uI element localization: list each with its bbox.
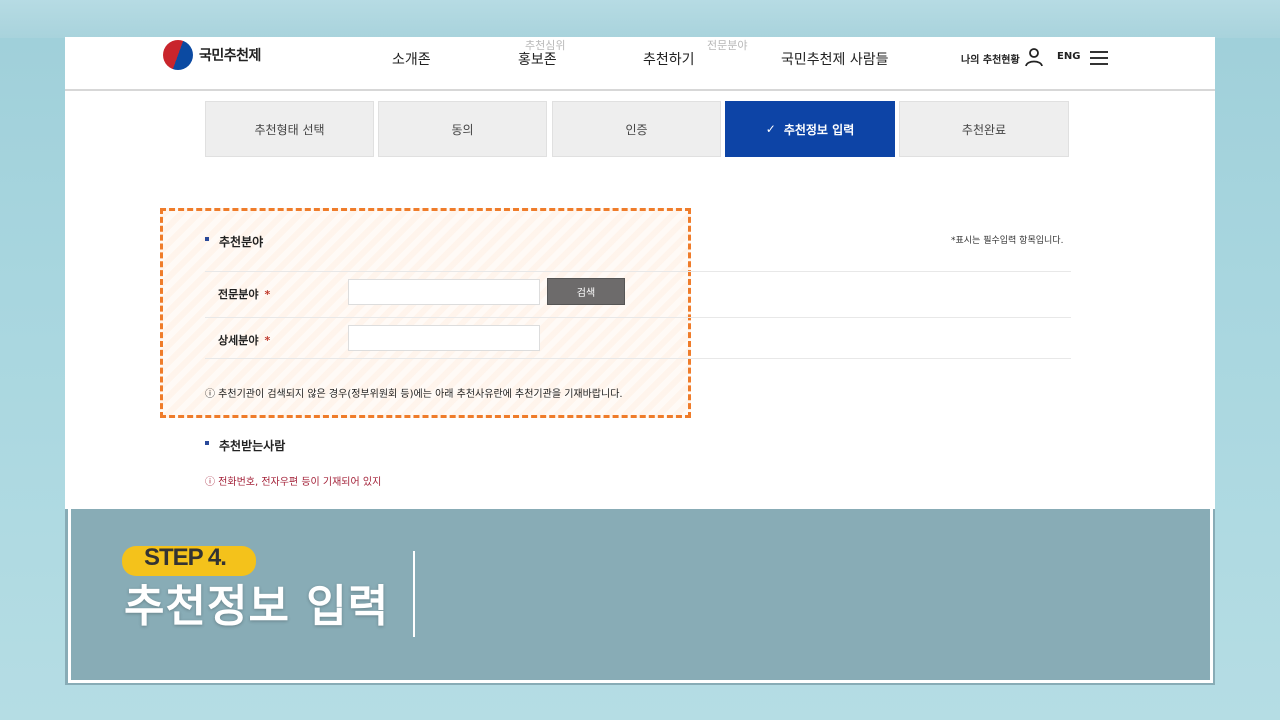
language-toggle[interactable]: ENG (1057, 51, 1080, 62)
field-label-text: 상세분야 (218, 334, 259, 347)
step-label: 동의 (451, 122, 474, 137)
nav-recommend[interactable]: 추천하기 (643, 49, 695, 69)
step-label: 추천형태 선택 (254, 122, 325, 137)
ghost-label-2: 전문분야 (707, 39, 748, 52)
row-divider (205, 317, 1071, 318)
nav-people[interactable]: 국민추천제 사람들 (781, 49, 889, 69)
required-star: * (264, 288, 271, 301)
step-select-type: 추천형태 선택 (205, 101, 374, 157)
required-field-note: *표시는 필수입력 항목입니다. (951, 236, 1064, 246)
site-logo-text[interactable]: 국민추천제 (199, 45, 261, 65)
site-header: 국민추천제 추천심위 전문분야 소개존 홍보존 추천하기 국민추천제 사람들 나… (65, 37, 1215, 91)
section-bullet-icon (205, 441, 209, 445)
check-icon: ✓ (765, 122, 776, 136)
section-title-recipient: 추천받는사람 (219, 439, 286, 453)
section-bullet-icon (205, 237, 209, 241)
step-caption-title: 추천정보 입력 (124, 581, 390, 632)
step-enter-info-active: ✓ 추천정보 입력 (725, 101, 895, 157)
field-label-specialty: 전문분야 * (218, 286, 270, 302)
field-label-text: 전문분야 (218, 288, 259, 301)
recipient-notice-text: ⓘ 전화번호, 전자우편 등이 기재되어 있지 (205, 477, 382, 488)
korea-emblem-logo-icon[interactable] (163, 40, 193, 70)
search-notice-text: ⓘ 추천기관이 검색되지 않은 경우(정부위원회 등)에는 아래 추천사유란에 … (205, 389, 623, 400)
search-button[interactable]: 검색 (547, 278, 625, 305)
field-label-detail: 상세분야 * (218, 332, 270, 348)
step-agree: 동의 (378, 101, 547, 157)
step-auth: 인증 (552, 101, 721, 157)
user-icon[interactable] (1025, 47, 1043, 67)
specialty-input[interactable] (348, 279, 540, 305)
my-recommend-status-link[interactable]: 나의 추천현황 (961, 51, 1020, 66)
row-divider (205, 358, 1071, 359)
nav-intro-zone[interactable]: 소개존 (392, 49, 431, 69)
step-badge-text: STEP 4. (144, 544, 227, 571)
row-divider (205, 271, 1071, 272)
caption-divider (413, 551, 415, 637)
step-label: 추천정보 입력 (783, 122, 855, 137)
required-star: * (264, 334, 271, 347)
background-blur-bar (0, 0, 1280, 38)
step-complete: 추천완료 (899, 101, 1069, 157)
step-label: 추천완료 (961, 122, 1007, 137)
step-label: 인증 (625, 122, 648, 137)
hamburger-menu-icon[interactable] (1090, 51, 1108, 65)
section-title-field: 추천분야 (219, 235, 264, 249)
detail-field-input[interactable] (348, 325, 540, 351)
nav-promo-zone[interactable]: 홍보존 (518, 49, 557, 69)
